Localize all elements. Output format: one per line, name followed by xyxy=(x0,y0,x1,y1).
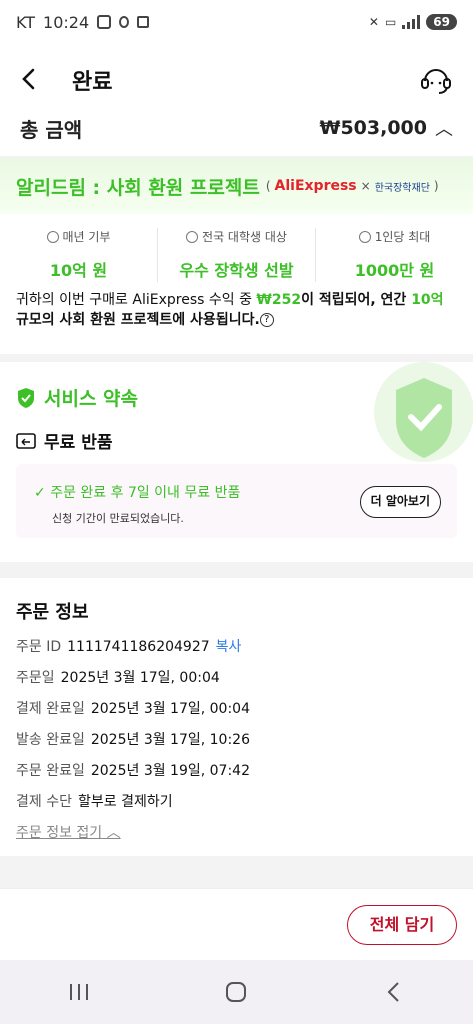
person-icon xyxy=(186,230,199,243)
order-info-section: 주문 정보 주문 ID 1111741186204927 복사 주문일 2025년 3… xyxy=(0,578,473,856)
stat-students: 전국 대학생 대상 우수 장학생 선발 xyxy=(158,228,316,282)
won-coin-icon xyxy=(358,230,371,243)
lock-icon xyxy=(137,16,150,28)
headset-icon[interactable] xyxy=(419,63,453,97)
carrier-label: KT xyxy=(16,12,36,32)
service-promise-card: 서비스 약속 무료 반품 ✓ 주문 완료 후 7일 이내 무료 반품 신청 기간… xyxy=(0,362,473,562)
row-key: 결제 수단 xyxy=(16,794,72,810)
order-id-row: 주문 ID 1111741186204927 복사 xyxy=(16,632,457,663)
stat-value: 10억 원 xyxy=(49,261,108,280)
payment-method-row: 결제 수단 할부로 결제하기 xyxy=(16,787,457,818)
return-policy-text: 주문 완료 후 7일 이내 무료 반품 xyxy=(50,485,241,501)
stat-max: 1인당 최대 1000만 원 xyxy=(316,228,473,282)
return-policy: ✓ 주문 완료 후 7일 이내 무료 반품 xyxy=(34,482,240,502)
charity-banner: 알리드림 : 사회 환원 프로젝트 ( AliExpress × 한국장학재단 … xyxy=(0,158,473,214)
home-icon[interactable] xyxy=(206,972,266,1012)
stat-value: 우수 장학생 선발 xyxy=(179,261,294,280)
desc-year: 10억 xyxy=(411,292,444,308)
screenshot-icon xyxy=(97,15,112,29)
stat-value: 1000만 원 xyxy=(354,261,435,280)
row-key: 주문 완료일 xyxy=(16,763,85,779)
charity-card: 알리드림 : 사회 환원 프로젝트 ( AliExpress × 한국장학재단 … xyxy=(0,158,473,354)
service-title: 서비스 약속 xyxy=(44,388,139,410)
row-value: 할부로 결제하기 xyxy=(77,794,173,810)
stat-label: 전국 대학생 대상 xyxy=(202,230,287,244)
row-key: 주문 ID xyxy=(16,639,62,655)
total-amount-row[interactable]: 총 금액 ₩503,000 ︿ xyxy=(0,100,473,156)
stat-annual-donation: 매년 기부 10억 원 xyxy=(0,228,158,282)
row-value: 2025년 3월 19일, 07:42 xyxy=(90,763,250,779)
charity-description: 귀하의 이번 구매로 AliExpress 수익 중 ₩252이 적립되어, 연… xyxy=(0,282,473,330)
chevron-left-icon[interactable] xyxy=(20,64,50,97)
shipped-date-row: 발송 완료일 2025년 3월 17일, 10:26 xyxy=(16,725,457,756)
system-nav-bar xyxy=(0,960,473,1024)
charity-stats: 매년 기부 10억 원 전국 대학생 대상 우수 장학생 선발 1인당 최대 1… xyxy=(0,228,473,282)
learn-more-button[interactable]: 더 알아보기 xyxy=(359,486,441,518)
collapse-order-info-link[interactable]: 주문 정보 접기 ︿ xyxy=(16,818,457,849)
shield-check-icon xyxy=(18,387,34,408)
battery-badge: 69 xyxy=(426,14,457,30)
accessibility-icon xyxy=(119,16,130,28)
stat-label: 1인당 최대 xyxy=(374,230,431,244)
kosaf-logo: 한국장학재단 xyxy=(374,182,430,194)
page-title: 완료 xyxy=(72,70,113,95)
total-label: 총 금액 xyxy=(20,117,83,142)
return-expired-note: 신청 기간이 만료되었습니다. xyxy=(52,512,184,525)
total-value: ₩503,000 xyxy=(319,117,428,139)
status-bar: KT 10:24 ✕ ▭ 69 xyxy=(0,0,473,44)
check-icon: ✓ xyxy=(34,485,46,501)
payment-date-row: 결제 완료일 2025년 3월 17일, 00:04 xyxy=(16,694,457,725)
hd-icon: ▭ xyxy=(384,15,397,29)
aliexpress-logo: AliExpress xyxy=(274,178,357,194)
row-key: 주문일 xyxy=(16,670,55,686)
row-key: 발송 완료일 xyxy=(16,732,85,748)
partner-separator: × xyxy=(360,179,371,193)
bottom-action-bar: 전체 담기 xyxy=(0,888,473,960)
desc-text-2: 이 적립되어, 연간 xyxy=(301,292,412,308)
row-value: 1111741186204927 xyxy=(67,639,210,655)
signal-icon xyxy=(402,15,421,29)
partner-logos: ( AliExpress × 한국장학재단 ) xyxy=(265,178,439,194)
desc-text: 귀하의 이번 구매로 AliExpress 수익 중 xyxy=(16,292,257,308)
recent-apps-icon[interactable] xyxy=(49,972,109,1012)
completed-date-row: 주문 완료일 2025년 3월 19일, 07:42 xyxy=(16,756,457,787)
desc-text-3: 규모의 사회 환원 프로젝트에 사용됩니다. xyxy=(16,312,260,328)
return-box-icon xyxy=(16,432,36,449)
free-return-box: ✓ 주문 완료 후 7일 이내 무료 반품 신청 기간이 만료되었습니다. 더 … xyxy=(16,464,457,538)
row-value: 2025년 3월 17일, 00:04 xyxy=(60,670,220,686)
order-date-row: 주문일 2025년 3월 17일, 00:04 xyxy=(16,663,457,694)
donation-icon xyxy=(46,230,59,243)
order-info-title: 주문 정보 xyxy=(16,602,89,623)
chevron-up-icon[interactable]: ︿ xyxy=(435,115,453,141)
charity-title: 알리드림 : 사회 환원 프로젝트 xyxy=(16,176,260,199)
fold-label: 주문 정보 접기 xyxy=(16,825,103,841)
row-value: 2025년 3월 17일, 00:04 xyxy=(90,701,250,717)
back-icon[interactable] xyxy=(364,972,424,1012)
help-icon[interactable]: ? xyxy=(259,313,274,327)
stat-label: 매년 기부 xyxy=(62,230,111,244)
row-key: 결제 완료일 xyxy=(16,701,85,717)
time-label: 10:24 xyxy=(43,12,90,32)
chevron-up-icon: ︿ xyxy=(106,825,121,841)
row-value: 2025년 3월 17일, 10:26 xyxy=(90,732,250,748)
free-return-title: 무료 반품 xyxy=(44,433,113,453)
add-all-to-cart-button[interactable]: 전체 담기 xyxy=(347,905,457,945)
mute-icon: ✕ xyxy=(368,15,379,29)
copy-button[interactable]: 복사 xyxy=(216,639,242,655)
desc-amount: ₩252 xyxy=(256,292,302,308)
